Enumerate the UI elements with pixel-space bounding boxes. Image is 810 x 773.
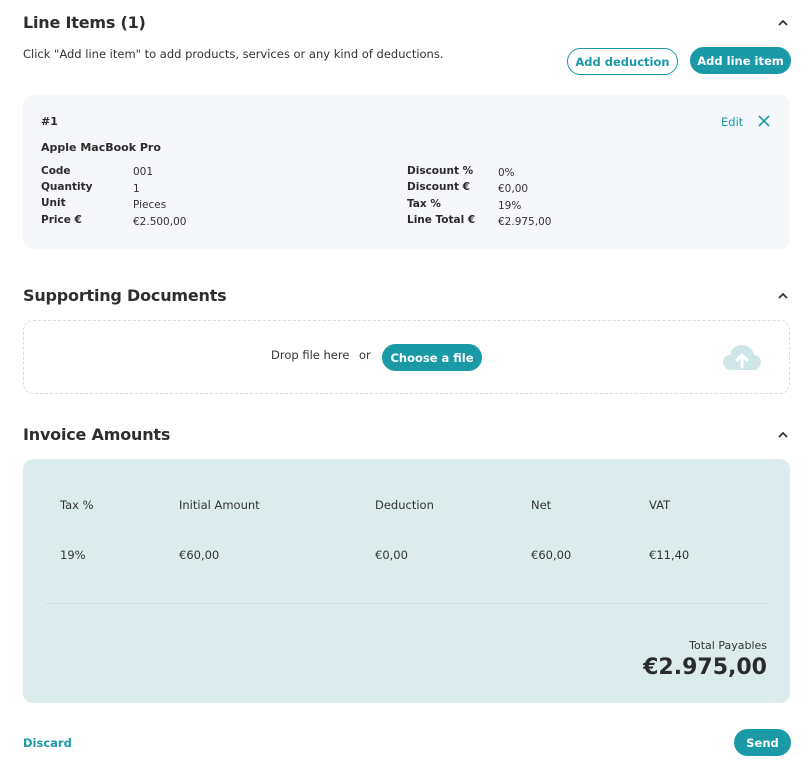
or-text: or [359, 348, 371, 362]
invoice-amounts-card: Tax % Initial Amount Deduction Net VAT 1… [23, 459, 790, 703]
table-cell-tax: 19% [60, 548, 86, 562]
discount-pct-label: Discount % [407, 165, 474, 177]
col-header-initial-amount: Initial Amount [179, 498, 260, 512]
collapse-amounts-chevron-up-icon[interactable] [776, 428, 790, 442]
line-item-card: #1 Apple MacBook Pro Edit Code 001 Quant… [23, 95, 790, 249]
table-cell-deduction: €0,00 [375, 548, 408, 562]
drop-file-text: Drop file here [271, 348, 350, 362]
cloud-upload-icon [722, 343, 762, 373]
table-cell-net: €60,00 [531, 548, 572, 562]
remove-line-item-close-icon[interactable] [756, 113, 772, 129]
line-total-value: €2.975,00 [498, 216, 552, 228]
total-payables-label: Total Payables [689, 639, 767, 652]
collapse-documents-chevron-up-icon[interactable] [776, 289, 790, 303]
code-value: 001 [133, 166, 154, 178]
unit-value: Pieces [133, 199, 167, 211]
total-payables-value: €2.975,00 [643, 655, 767, 680]
line-items-header: Line Items (1) [23, 13, 790, 32]
discount-pct-value: 0% [498, 167, 515, 179]
invoice-amounts-title: Invoice Amounts [23, 425, 171, 444]
discard-button[interactable]: Discard [23, 736, 72, 750]
file-dropzone[interactable]: Drop file here or Choose a file [23, 320, 790, 394]
quantity-label: Quantity [41, 181, 93, 193]
line-item-name: Apple MacBook Pro [41, 141, 161, 154]
edit-line-item-link[interactable]: Edit [721, 115, 743, 129]
add-deduction-button[interactable]: Add deduction [567, 48, 678, 75]
price-value: €2.500,00 [133, 216, 187, 228]
send-button[interactable]: Send [734, 729, 791, 756]
choose-file-button[interactable]: Choose a file [382, 344, 482, 371]
amounts-divider [45, 603, 768, 604]
discount-eur-value: €0,00 [498, 183, 529, 195]
tax-value: 19% [498, 200, 522, 212]
add-line-item-button[interactable]: Add line item [690, 47, 791, 74]
collapse-line-items-chevron-up-icon[interactable] [776, 16, 790, 30]
line-total-label: Line Total € [407, 214, 476, 226]
line-items-title: Line Items (1) [23, 13, 146, 32]
line-item-number: #1 [41, 115, 58, 128]
quantity-value: 1 [133, 183, 140, 195]
col-header-tax: Tax % [60, 498, 94, 512]
supporting-documents-title: Supporting Documents [23, 286, 227, 305]
price-label: Price € [41, 214, 82, 226]
table-cell-vat: €11,40 [649, 548, 690, 562]
supporting-documents-header: Supporting Documents [23, 286, 790, 305]
unit-label: Unit [41, 197, 66, 209]
code-label: Code [41, 165, 71, 177]
invoice-amounts-header: Invoice Amounts [23, 425, 790, 444]
table-cell-initial-amount: €60,00 [179, 548, 220, 562]
tax-label: Tax % [407, 198, 441, 210]
col-header-deduction: Deduction [375, 498, 434, 512]
line-items-hint: Click "Add line item" to add products, s… [23, 47, 444, 61]
col-header-vat: VAT [649, 498, 671, 512]
col-header-net: Net [531, 498, 552, 512]
discount-eur-label: Discount € [407, 181, 470, 193]
